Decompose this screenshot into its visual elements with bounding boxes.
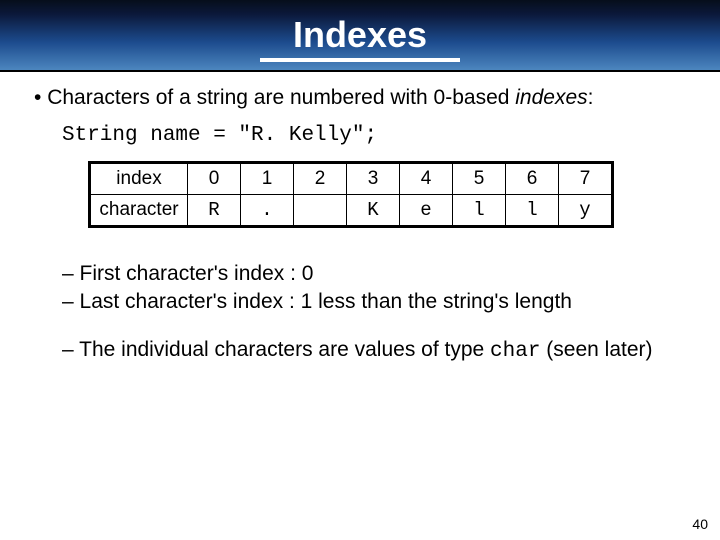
slide: Indexes Characters of a string are numbe… (0, 0, 720, 540)
title-band: Indexes (0, 0, 720, 72)
table-cell: e (400, 195, 453, 227)
index-table: index 0 1 2 3 4 5 6 7 character R . K e … (88, 161, 614, 228)
table-cell (294, 195, 347, 227)
sub-bullet-3-pre: The individual characters are values of … (79, 338, 490, 361)
table-cell: 0 (188, 163, 241, 195)
table-row: character R . K e l l y (90, 195, 613, 227)
table-cell: l (453, 195, 506, 227)
table-cell: y (559, 195, 613, 227)
table-cell: . (241, 195, 294, 227)
table-cell: K (347, 195, 400, 227)
main-bullet-text-em: indexes (515, 86, 587, 109)
table-cell: 1 (241, 163, 294, 195)
table-cell: l (506, 195, 559, 227)
page-number: 40 (692, 516, 708, 532)
sub-bullet-list: First character's index : 0 Last charact… (62, 262, 692, 363)
main-bullet-list: Characters of a string are numbered with… (28, 86, 692, 110)
row-label-index: index (90, 163, 188, 195)
table-row: index 0 1 2 3 4 5 6 7 (90, 163, 613, 195)
main-bullet-text-post: : (588, 86, 594, 109)
table-cell: R (188, 195, 241, 227)
row-label-character: character (90, 195, 188, 227)
title-underline (260, 58, 460, 62)
slide-title: Indexes (0, 0, 720, 56)
sub-bullet-3: The individual characters are values of … (62, 338, 692, 363)
slide-body: Characters of a string are numbered with… (0, 72, 720, 363)
sub-bullet-2: Last character's index : 1 less than the… (62, 290, 692, 314)
main-bullet: Characters of a string are numbered with… (34, 86, 692, 110)
table-cell: 7 (559, 163, 613, 195)
table-cell: 3 (347, 163, 400, 195)
table-cell: 6 (506, 163, 559, 195)
table-cell: 5 (453, 163, 506, 195)
table-cell: 2 (294, 163, 347, 195)
table-cell: 4 (400, 163, 453, 195)
sub-bullet-3-post: (seen later) (540, 338, 652, 361)
sub-bullet-3-code: char (490, 340, 540, 363)
main-bullet-text-pre: Characters of a string are numbered with… (47, 86, 515, 109)
sub-bullet-1: First character's index : 0 (62, 262, 692, 286)
code-line: String name = "R. Kelly"; (62, 124, 692, 147)
